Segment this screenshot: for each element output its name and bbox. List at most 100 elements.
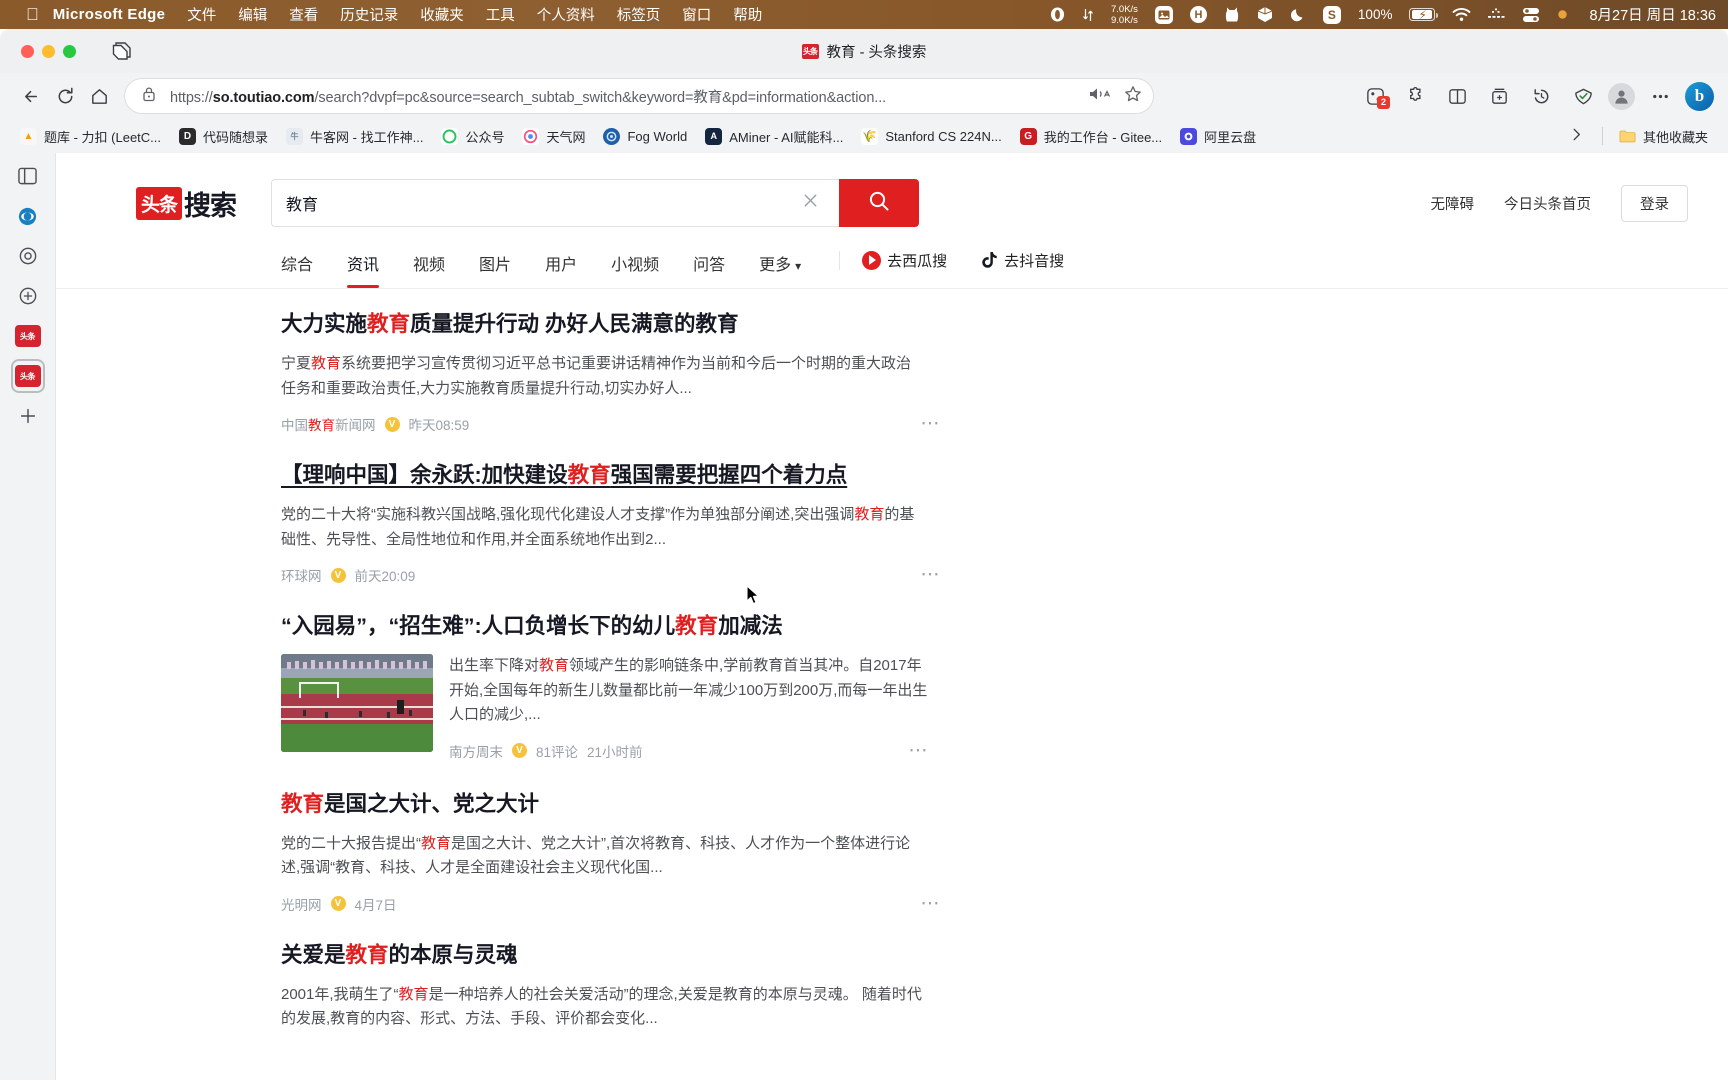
bookmark-item[interactable]: 天气网 xyxy=(514,123,593,150)
bookmark-item[interactable]: 🌾 Stanford CS 224N... xyxy=(853,124,1009,149)
split-screen-button[interactable] xyxy=(1440,79,1474,113)
menu-item-help[interactable]: 帮助 xyxy=(733,4,762,25)
goto-douyin-search[interactable]: 去抖音搜 xyxy=(979,250,1064,271)
result-title[interactable]: 教育是国之大计、党之大计 xyxy=(281,789,1728,820)
menu-item-profile[interactable]: 个人资料 xyxy=(537,4,595,25)
sidebar-item-tool-2[interactable] xyxy=(13,241,43,271)
sidebar-item-copilot[interactable] xyxy=(13,201,43,231)
network-speed-indicator[interactable]: 7.0K/s 9.0K/s xyxy=(1111,4,1138,26)
accessibility-link[interactable]: 无障碍 xyxy=(1431,193,1475,214)
tab-video[interactable]: 视频 xyxy=(413,245,445,288)
result-title[interactable]: 大力实施教育质量提升行动 办好人民满意的教育 xyxy=(281,309,1728,340)
opera-tray-icon[interactable] xyxy=(1050,7,1065,22)
tab-information[interactable]: 资讯 xyxy=(347,245,380,288)
maximize-window-button[interactable] xyxy=(63,44,76,58)
close-window-button[interactable] xyxy=(21,44,34,58)
chevron-right-icon[interactable] xyxy=(1559,127,1594,145)
home-button[interactable] xyxy=(82,79,116,113)
login-button[interactable]: 登录 xyxy=(1621,184,1688,222)
result-more-options-button[interactable]: ⋯ xyxy=(909,741,930,760)
read-aloud-icon[interactable] xyxy=(1088,86,1111,107)
network-arrows-icon[interactable] xyxy=(1082,7,1094,23)
bookmark-item[interactable]: G 我的工作台 - Gitee... xyxy=(1012,123,1170,150)
other-favorites-folder[interactable]: 其他收藏夹 xyxy=(1611,123,1716,150)
menu-item-favorites[interactable]: 收藏夹 xyxy=(420,4,464,25)
tab-stack-icon[interactable] xyxy=(108,38,134,64)
apple-icon[interactable]:  xyxy=(26,6,39,23)
collections-button[interactable] xyxy=(1482,79,1516,113)
result-more-options-button[interactable]: ⋯ xyxy=(921,565,942,584)
search-button[interactable] xyxy=(839,179,920,227)
browser-essentials-button[interactable] xyxy=(1566,79,1600,113)
toutiao-home-link[interactable]: 今日头条首页 xyxy=(1504,193,1591,214)
battery-icon[interactable]: ⚡ xyxy=(1409,8,1439,22)
result-title[interactable]: 关爱是教育的本原与灵魂 xyxy=(281,940,1728,971)
result-more-options-button[interactable]: ⋯ xyxy=(921,414,942,433)
favorite-star-icon[interactable] xyxy=(1124,85,1142,108)
siri-icon[interactable] xyxy=(1557,9,1568,20)
bookmark-item[interactable]: 公众号 xyxy=(433,123,512,150)
tab-user[interactable]: 用户 xyxy=(545,245,577,288)
reload-button[interactable] xyxy=(48,79,82,113)
sidebar-item-add[interactable] xyxy=(13,401,43,431)
tab-comprehensive[interactable]: 综合 xyxy=(281,245,313,288)
address-bar-text[interactable]: https://so.toutiao.com/search?dvpf=pc&so… xyxy=(170,86,1074,107)
bookmark-item[interactable]: ▲ 题库 - 力扣 (LeetC... xyxy=(12,123,169,150)
back-button[interactable] xyxy=(14,79,48,113)
history-button[interactable] xyxy=(1524,79,1558,113)
result-source[interactable]: 中国教育新闻网 xyxy=(281,414,376,434)
wifi-icon[interactable] xyxy=(1452,7,1471,22)
menu-item-history[interactable]: 历史记录 xyxy=(340,4,398,25)
menu-item-view[interactable]: 查看 xyxy=(289,4,318,25)
result-title[interactable]: “入园易”，“招生难”:人口负增长下的幼儿教育加减法 xyxy=(281,611,1728,642)
tab-short-video[interactable]: 小视频 xyxy=(611,245,659,288)
result-thumbnail[interactable] xyxy=(281,654,433,753)
bookmark-item[interactable]: D 代码随想录 xyxy=(171,123,276,150)
tab-more[interactable]: 更多 ▾ xyxy=(759,245,801,288)
extensions-puzzle-button[interactable] xyxy=(1398,79,1432,113)
result-source[interactable]: 光明网 xyxy=(281,894,322,914)
bookmark-item[interactable]: A AMiner - AI赋能科... xyxy=(697,123,851,150)
sidebar-item-toutiao-1[interactable]: 头条 xyxy=(13,321,43,351)
menu-item-tabs[interactable]: 标签页 xyxy=(617,4,661,25)
bookmark-item[interactable]: 阿里云盘 xyxy=(1172,123,1264,150)
snipaste-tray-icon[interactable]: S xyxy=(1322,5,1341,24)
extension-button[interactable]: 2 xyxy=(1360,82,1390,110)
sidebar-item-panel[interactable] xyxy=(13,161,43,191)
sidebar-item-tool-3[interactable] xyxy=(13,281,43,311)
menu-item-window[interactable]: 窗口 xyxy=(682,4,711,25)
hidden-bar-icon[interactable]: H xyxy=(1189,6,1207,23)
toutiao-logo[interactable]: 头条 搜索 xyxy=(136,184,237,223)
tab-qa[interactable]: 问答 xyxy=(693,245,725,288)
result-source[interactable]: 环球网 xyxy=(281,565,322,585)
url-path: /search?dvpf=pc&source=search_subtab_swi… xyxy=(314,89,887,106)
control-center-icon[interactable] xyxy=(1522,7,1540,23)
goto-xigua-search[interactable]: 去西瓜搜 xyxy=(862,250,947,271)
address-bar[interactable]: https://so.toutiao.com/search?dvpf=pc&so… xyxy=(124,78,1154,114)
minimize-window-button[interactable] xyxy=(42,44,55,58)
screenshot-tray-icon[interactable] xyxy=(1154,5,1173,24)
cat-tray-icon[interactable] xyxy=(1224,6,1240,23)
bookmark-item[interactable]: 牛 牛客网 - 找工作神... xyxy=(278,123,431,150)
result-more-options-button[interactable]: ⋯ xyxy=(921,894,942,913)
menu-item-tools[interactable]: 工具 xyxy=(486,4,515,25)
search-spotlight-icon[interactable] xyxy=(1488,8,1505,21)
moon-dark-mode-icon[interactable] xyxy=(1290,7,1306,23)
profile-avatar[interactable] xyxy=(1608,82,1635,110)
more-settings-button[interactable] xyxy=(1643,79,1677,113)
result-title[interactable]: 【理响中国】余永跃:加快建设教育强国需要把握四个着力点 xyxy=(281,460,1728,491)
menu-app-name[interactable]: Microsoft Edge xyxy=(53,6,166,23)
sidebar-item-toutiao-2[interactable]: 头条 xyxy=(13,361,43,391)
menu-item-edit[interactable]: 编辑 xyxy=(238,4,267,25)
close-icon[interactable] xyxy=(796,192,825,215)
search-result-item: “入园易”，“招生难”:人口负增长下的幼儿教育加减法 出生率下降对教育领域产生的… xyxy=(281,611,1728,764)
menu-item-file[interactable]: 文件 xyxy=(187,4,216,25)
bookmark-item[interactable]: Fog World xyxy=(595,124,695,149)
active-tab-title[interactable]: 教育 - 头条搜索 xyxy=(827,41,927,62)
search-input[interactable]: 教育 xyxy=(271,179,840,227)
package-tray-icon[interactable] xyxy=(1257,6,1273,23)
tab-image[interactable]: 图片 xyxy=(479,245,511,288)
result-source[interactable]: 南方周末 xyxy=(449,741,503,761)
copilot-bing-button[interactable]: b xyxy=(1685,81,1714,111)
menu-bar-clock[interactable]: 8月27日 周日 18:36 xyxy=(1589,4,1716,25)
